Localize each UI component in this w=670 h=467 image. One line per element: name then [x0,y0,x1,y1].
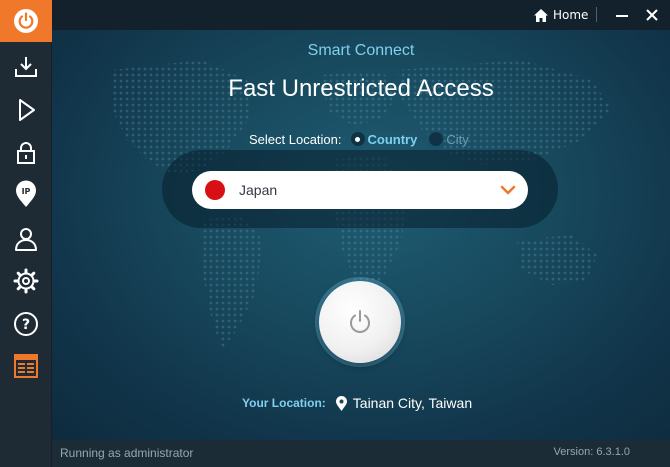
your-location: Your Location: Tainan City, Taiwan [242,393,472,413]
sidebar-item-downloads[interactable] [0,46,52,88]
power-icon [14,9,38,33]
city-radio-label: City [446,131,469,147]
radio-selected-icon [350,132,365,146]
titlebar-divider [596,7,597,22]
japan-flag-icon [205,180,225,200]
sidebar-item-account[interactable] [0,218,52,260]
browser-window-icon [14,354,38,378]
selected-country: Japan [239,182,278,198]
sidebar-item-security[interactable] [0,132,52,174]
sidebar-item-connect[interactable] [0,0,52,42]
status-bar: Running as administrator Version: 6.3.1.… [52,440,670,467]
gear-icon [13,268,39,294]
your-location-value: Tainan City, Taiwan [352,395,473,411]
location-pin-icon [335,395,347,411]
sidebar-item-streaming[interactable] [0,89,52,131]
minimize-icon [616,15,628,17]
minimize-button[interactable] [613,6,631,24]
download-icon [15,57,37,77]
admin-status: Running as administrator [60,446,194,460]
version-text: Version: 6.3.1.0 [553,446,630,458]
location-select-container: Japan [162,150,558,228]
help-icon: ? [14,312,38,336]
sidebar-item-news[interactable] [0,345,52,387]
play-icon [19,99,35,121]
page-title: Fast Unrestricted Access [228,75,494,102]
user-icon [15,228,37,251]
select-location-label: Select Location: [249,131,342,147]
subtitle: Smart Connect [307,42,415,59]
close-icon [646,9,658,21]
country-dropdown[interactable]: Japan [192,171,528,209]
country-radio[interactable]: Country [350,131,418,147]
main-panel: Smart Connect Fast Unrestricted Access S… [52,30,670,440]
home-button[interactable]: Home [534,6,588,24]
sidebar-item-help[interactable]: ? [0,303,52,345]
home-label: Home [553,8,589,22]
your-location-label: Your Location: [242,396,326,410]
sidebar-item-ip[interactable]: IP [0,173,52,215]
chevron-down-icon [500,185,516,195]
city-radio[interactable]: City [429,131,469,147]
title-bar: Home [52,0,670,30]
connect-button[interactable] [319,281,401,363]
radio-unselected-icon [429,132,444,146]
lock-icon [17,142,35,164]
ip-pin-icon: IP [16,180,36,207]
ip-badge-text: IP [22,187,31,196]
location-mode-selector: Select Location: Country City [249,130,481,148]
home-icon [534,8,548,22]
help-symbol: ? [22,317,30,333]
sidebar-item-settings[interactable] [0,260,52,302]
close-button[interactable] [643,6,661,24]
country-radio-label: Country [367,131,418,147]
power-icon [350,310,370,333]
sidebar: IP ? [0,0,52,467]
